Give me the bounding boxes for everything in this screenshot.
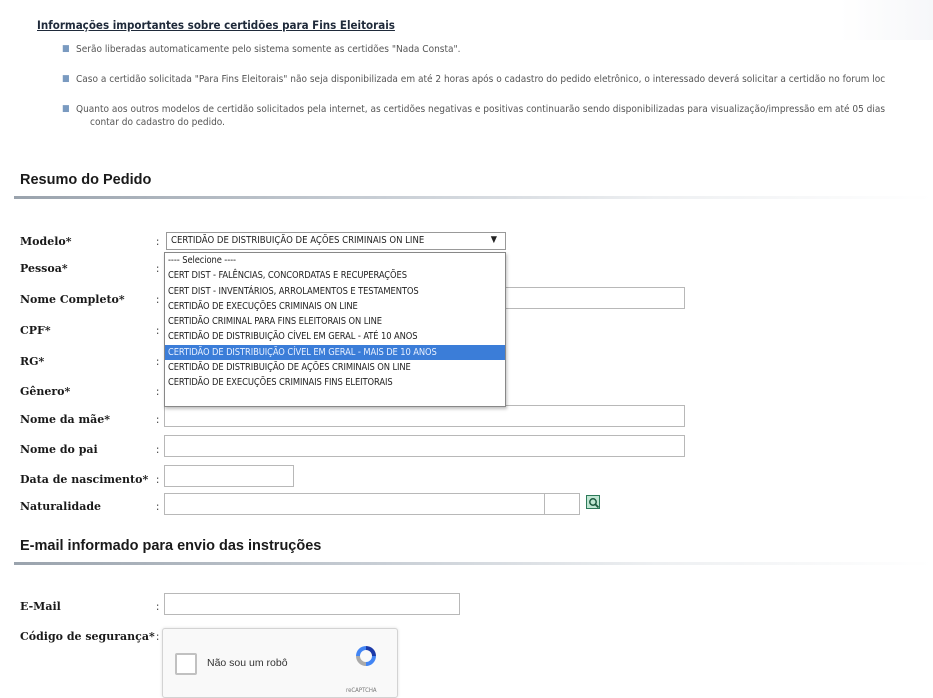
label-data-nascimento: Data de nascimento* [20, 473, 149, 486]
info-title: Informações importantes sobre certidões … [37, 18, 395, 32]
modelo-option[interactable]: CERTIDÃO DE EXECUÇÕES CRIMINAIS FINS ELE… [165, 375, 505, 390]
section-title-resumo: Resumo do Pedido [20, 172, 152, 188]
modelo-option-highlighted[interactable]: CERTIDÃO DE DISTRIBUIÇÃO CÍVEL EM GERAL … [165, 344, 505, 361]
colon: : [156, 630, 160, 643]
label-modelo: Modelo* [20, 235, 72, 248]
modelo-option[interactable]: CERTIDÃO CRIMINAL PARA FINS ELEITORAIS O… [165, 314, 505, 329]
colon: : [156, 443, 160, 456]
label-cpf: CPF* [20, 324, 51, 337]
modelo-selected-value: CERTIDÃO DE DISTRIBUIÇÃO DE AÇÕES CRIMIN… [171, 235, 425, 246]
info-bullet-text: Quanto aos outros modelos de certidão so… [76, 104, 886, 115]
info-bullet: ■ Serão liberadas automaticamente pelo s… [62, 44, 461, 55]
modelo-option[interactable]: CERT DIST - FALÊNCIAS, CONCORDATAS E REC… [165, 268, 505, 283]
info-bullet-continuation: contar do cadastro do pedido. [90, 117, 225, 128]
bullet-icon: ■ [62, 104, 70, 114]
bullet-icon: ■ [62, 44, 70, 54]
section-title-email: E-mail informado para envio das instruçõ… [20, 538, 322, 554]
colon: : [156, 500, 160, 513]
colon: : [156, 324, 160, 337]
email-input[interactable] [164, 593, 460, 615]
colon: : [156, 413, 160, 426]
top-right-shade [840, 0, 933, 40]
label-naturalidade: Naturalidade [20, 500, 102, 513]
recaptcha-checkbox[interactable] [175, 653, 197, 675]
label-email: E-Mail [20, 600, 61, 613]
modelo-option[interactable]: ---- Selecione ---- [165, 253, 505, 268]
colon: : [156, 473, 160, 486]
info-bullet-text: Caso a certidão solicitada "Para Fins El… [76, 74, 886, 85]
nome-completo-input[interactable] [505, 287, 685, 309]
label-nome-completo: Nome Completo* [20, 293, 125, 306]
modelo-option[interactable]: CERTIDÃO DE DISTRIBUIÇÃO CÍVEL EM GERAL … [165, 329, 505, 344]
dropdown-arrow-icon: ▼ [490, 235, 497, 245]
label-genero: Gênero* [20, 385, 71, 398]
naturalidade-input[interactable] [164, 493, 545, 515]
label-rg: RG* [20, 355, 45, 368]
colon: : [156, 385, 160, 398]
modelo-option[interactable]: CERT DIST - INVENTÁRIOS, ARROLAMENTOS E … [165, 284, 505, 299]
info-bullet-text: Serão liberadas automaticamente pelo sis… [76, 44, 461, 55]
section-divider [14, 196, 933, 199]
modelo-option[interactable]: CERTIDÃO DE DISTRIBUIÇÃO DE AÇÕES CRIMIN… [165, 360, 505, 375]
bullet-icon: ■ [62, 74, 70, 84]
nome-mae-input[interactable] [164, 405, 685, 427]
recaptcha-label: Não sou um robô [207, 657, 288, 669]
info-bullet: ■ Caso a certidão solicitada "Para Fins … [62, 74, 886, 85]
label-nome-mae: Nome da mãe* [20, 413, 111, 426]
colon: : [156, 293, 160, 306]
info-bullet: ■ Quanto aos outros modelos de certidão … [62, 104, 886, 115]
colon: : [156, 235, 160, 248]
section-divider [14, 562, 933, 565]
data-nascimento-input[interactable] [164, 465, 294, 487]
colon: : [156, 262, 160, 275]
modelo-option[interactable]: CERTIDÃO DE EXECUÇÕES CRIMINAIS ON LINE [165, 299, 505, 314]
recaptcha-logo-icon [356, 646, 376, 666]
modelo-dropdown-list: ---- Selecione ---- CERT DIST - FALÊNCIA… [164, 252, 506, 407]
label-codigo-seguranca: Código de segurança* [20, 630, 155, 643]
colon: : [156, 600, 160, 613]
naturalidade-code-input[interactable] [544, 493, 580, 515]
recaptcha-widget: Não sou um robô reCAPTCHA [162, 628, 398, 698]
nome-pai-input[interactable] [164, 435, 685, 457]
label-pessoa: Pessoa* [20, 262, 68, 275]
label-nome-pai: Nome do pai [20, 443, 98, 456]
search-icon [589, 498, 600, 509]
naturalidade-search-button[interactable] [586, 495, 600, 509]
recaptcha-brand: reCAPTCHA [346, 687, 377, 694]
modelo-select[interactable]: CERTIDÃO DE DISTRIBUIÇÃO DE AÇÕES CRIMIN… [166, 232, 506, 250]
colon: : [156, 355, 160, 368]
